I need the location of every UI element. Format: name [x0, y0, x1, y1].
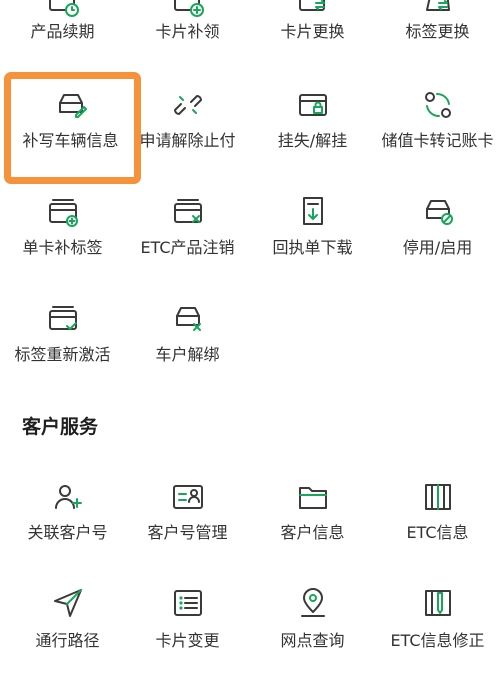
item-label: 单卡补标签	[22, 238, 103, 257]
list-card-icon	[171, 586, 205, 620]
service-item-etc-info[interactable]: ETC信息	[375, 480, 500, 580]
service-item-outlet-search[interactable]: 网点查询	[250, 586, 375, 686]
card-cancel-icon	[171, 194, 205, 228]
service-item-link-customer[interactable]: 关联客户号	[5, 480, 130, 580]
item-label: ETC信息	[406, 523, 469, 542]
item-label: 储值卡转记账卡	[381, 131, 494, 150]
service-item-etc-cancel[interactable]: ETC产品注销	[125, 188, 250, 288]
card-plus-icon	[46, 194, 80, 228]
book-icon	[421, 480, 455, 514]
item-label: 关联客户号	[27, 523, 108, 542]
item-label: 客户号管理	[147, 523, 228, 542]
book-edit-icon	[421, 586, 455, 620]
service-item-card-convert[interactable]: 储值卡转记账卡	[375, 80, 500, 180]
service-item-customer-info[interactable]: 客户信息	[250, 480, 375, 580]
service-item-tag-replace[interactable]: 标签更换	[375, 0, 500, 58]
section-title-customer-service: 客户服务	[22, 416, 99, 438]
item-label: 网点查询	[280, 631, 345, 650]
location-pin-icon	[296, 586, 330, 620]
item-label: 车户解绑	[155, 345, 220, 364]
service-item-customer-manage[interactable]: 客户号管理	[125, 480, 250, 580]
item-label: 标签更换	[405, 22, 470, 41]
customer-row-1: 通行路径 卡片变更 网点查询 ETC信息修正	[0, 586, 500, 686]
service-item-release-stop-payment[interactable]: 申请解除止付	[125, 80, 250, 180]
service-row-2: 单卡补标签 ETC产品注销 回执单下载 停用/启用	[0, 188, 500, 288]
customer-row-0: 关联客户号 客户号管理 客户信息 ETC信息	[0, 480, 500, 580]
receipt-download-icon	[296, 194, 330, 228]
navigation-icon	[51, 586, 85, 620]
item-label: 标签重新激活	[14, 345, 111, 364]
service-item-tag-reactivate[interactable]: 标签重新激活	[0, 295, 125, 395]
item-label: 通行路径	[35, 631, 100, 650]
service-item-etc-info-correct[interactable]: ETC信息修正	[375, 586, 500, 686]
unlink-icon	[171, 88, 205, 122]
card-swap-icon	[296, 0, 330, 18]
item-label: 停用/启用	[402, 238, 473, 257]
card-clock-icon	[46, 0, 80, 18]
service-item-card-add-tag[interactable]: 单卡补标签	[0, 188, 125, 288]
item-label: 回执单下载	[272, 238, 353, 257]
tag-activate-icon	[46, 301, 80, 335]
card-add-icon	[171, 0, 205, 18]
service-item-card-replace[interactable]: 卡片更换	[250, 0, 375, 58]
service-row-0: 产品续期 卡片补领 卡片更换 标签更换	[0, 0, 500, 58]
service-item-travel-route[interactable]: 通行路径	[5, 586, 130, 686]
car-unbind-icon	[171, 301, 205, 335]
car-disable-icon	[421, 194, 455, 228]
item-label: 产品续期	[30, 22, 95, 41]
tag-swap-icon	[421, 0, 455, 18]
service-item-card-reissue[interactable]: 卡片补领	[125, 0, 250, 58]
service-item-receipt-download[interactable]: 回执单下载	[250, 188, 375, 288]
item-label: ETC信息修正	[390, 631, 485, 650]
service-item-report-loss[interactable]: 挂失/解挂	[250, 80, 375, 180]
service-row-3: 标签重新激活 车户解绑	[0, 295, 500, 395]
service-item-card-change[interactable]: 卡片变更	[125, 586, 250, 686]
service-item-car-unbind[interactable]: 车户解绑	[125, 295, 250, 395]
item-label: 卡片更换	[280, 22, 345, 41]
card-lock-icon	[296, 88, 330, 122]
item-label: 卡片变更	[155, 631, 220, 650]
item-label: ETC产品注销	[140, 238, 235, 257]
user-add-icon	[51, 480, 85, 514]
item-label: 客户信息	[280, 523, 345, 542]
highlight-frame	[4, 72, 141, 184]
item-label: 申请解除止付	[139, 131, 236, 150]
folder-icon	[296, 480, 330, 514]
item-label: 挂失/解挂	[277, 131, 348, 150]
service-item-disable-enable[interactable]: 停用/启用	[375, 188, 500, 288]
card-convert-icon	[421, 88, 455, 122]
service-item-product-renewal[interactable]: 产品续期	[0, 0, 125, 58]
item-label: 卡片补领	[155, 22, 220, 41]
user-card-icon	[171, 480, 205, 514]
